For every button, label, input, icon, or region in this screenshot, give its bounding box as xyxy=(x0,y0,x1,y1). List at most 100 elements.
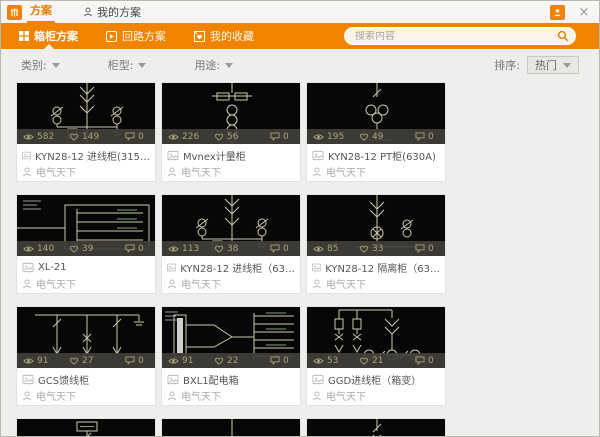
close-button[interactable]: × xyxy=(577,6,591,19)
scheme-card[interactable]: 91 22 0 BXL1配电箱 电气天下 xyxy=(161,306,301,406)
comments-count: 0 xyxy=(428,243,434,254)
scheme-title[interactable]: KYN28-12 PT柜(630A) xyxy=(328,148,436,163)
search-input[interactable] xyxy=(355,30,557,42)
chevron-down-icon xyxy=(563,62,571,68)
author-name[interactable]: 电气天下 xyxy=(36,164,76,179)
likes-icon[interactable] xyxy=(214,356,224,365)
scheme-thumbnail[interactable]: 113 38 0 xyxy=(162,195,300,256)
scheme-card[interactable]: 582 149 0 KYN28-12 进线柜(315… 电气天下 xyxy=(16,82,156,182)
scheme-card[interactable]: 195 49 0 KYN28-12 PT柜(630A) 电气天下 xyxy=(306,82,446,182)
scheme-card[interactable]: 88 18 0 KYN28-12 站变柜(315… 电气天下 xyxy=(306,418,446,436)
scheme-info: GCS馈线柜 电气天下 xyxy=(17,368,155,403)
scheme-title[interactable]: BXL1配电箱 xyxy=(183,372,239,387)
tab-cabinet-schemes[interactable]: 箱柜方案 xyxy=(19,23,78,49)
search-icon[interactable] xyxy=(557,30,569,42)
likes-icon[interactable] xyxy=(214,132,224,141)
author-icon xyxy=(312,391,322,400)
scheme-title[interactable]: GGD进线柜（箱变） xyxy=(328,372,421,387)
filter-usage[interactable]: 用途: xyxy=(194,57,234,73)
likes-icon[interactable] xyxy=(69,244,79,253)
scheme-card[interactable]: 226 56 0 Mvnex计量柜 电气天下 xyxy=(161,82,301,182)
likes-icon[interactable] xyxy=(69,132,79,141)
sort-dropdown[interactable]: 热门 xyxy=(527,56,579,74)
comments-count: 0 xyxy=(283,243,289,254)
tab-my-favorites[interactable]: 我的收藏 xyxy=(194,23,254,49)
scheme-card[interactable]: 85 33 0 KYN28-12 隔离柜（63… 电气天下 xyxy=(306,194,446,294)
likes-count: 38 xyxy=(227,243,239,254)
filter-label: 柜型: xyxy=(107,59,134,72)
user-badge-icon[interactable] xyxy=(550,4,565,20)
scheme-thumbnail[interactable]: 47 20 1 xyxy=(162,419,300,436)
comments-count: 0 xyxy=(138,243,144,254)
author-name[interactable]: 电气天下 xyxy=(181,388,221,403)
likes-icon[interactable] xyxy=(69,356,79,365)
sort-label: 排序: xyxy=(494,59,520,72)
comments-count: 0 xyxy=(138,355,144,366)
likes-count: 33 xyxy=(372,243,384,254)
app-name-tab[interactable]: 方案 xyxy=(27,1,55,23)
scheme-card[interactable]: 140 39 0 XL-21 电气天下 xyxy=(16,194,156,294)
my-plans-tab[interactable]: 我的方案 xyxy=(83,4,141,20)
author-name[interactable]: 电气天下 xyxy=(326,276,366,291)
filter-cabinet-type[interactable]: 柜型: xyxy=(108,57,147,73)
scheme-info: GGD进线柜（箱变） 电气天下 xyxy=(307,368,445,403)
search-box[interactable] xyxy=(344,27,576,45)
scheme-grid: 582 149 0 KYN28-12 进线柜(315… 电气天下 226 56 … xyxy=(1,81,599,436)
scheme-thumbnail[interactable]: 88 18 0 xyxy=(307,419,445,436)
main-nav: 箱柜方案 回路方案 我的收藏 xyxy=(1,23,599,49)
views-icon xyxy=(313,357,324,364)
scheme-card[interactable]: 53 21 0 GGD进线柜（箱变） 电气天下 xyxy=(306,306,446,406)
scheme-thumbnail[interactable]: 48 20 0 xyxy=(17,419,155,436)
comments-icon xyxy=(415,244,425,253)
tab-label: 我的收藏 xyxy=(210,30,254,43)
author-name[interactable]: 电气天下 xyxy=(36,276,76,291)
likes-count: 27 xyxy=(82,355,94,366)
filter-category[interactable]: 类别: xyxy=(21,57,60,73)
scheme-card[interactable]: 48 20 0 GCS电容柜 电气天下 xyxy=(16,418,156,436)
likes-icon[interactable] xyxy=(359,244,369,253)
thumbnail-stats-bar: 113 38 0 xyxy=(162,241,300,256)
comments-count: 0 xyxy=(428,355,434,366)
likes-icon[interactable] xyxy=(359,356,369,365)
scheme-title[interactable]: KYN28-12 隔离柜（63… xyxy=(325,260,440,275)
scheme-title[interactable]: GCS馈线柜 xyxy=(38,372,89,387)
scheme-thumbnail[interactable]: 91 27 0 xyxy=(17,307,155,368)
views-icon xyxy=(23,245,34,252)
filter-label: 类别: xyxy=(21,59,47,72)
author-name[interactable]: 电气天下 xyxy=(181,164,221,179)
likes-icon[interactable] xyxy=(214,244,224,253)
thumbnail-stats-bar: 91 22 0 xyxy=(162,353,300,368)
scheme-card[interactable]: 47 20 1 GCS进线柜 电气天下 xyxy=(161,418,301,436)
author-icon xyxy=(167,167,177,176)
scheme-thumbnail[interactable]: 582 149 0 xyxy=(17,83,155,144)
comments-count: 0 xyxy=(283,355,289,366)
filter-bar: 类别: 柜型: 用途: 排序: 热门 xyxy=(1,49,599,81)
scheme-info: BXL1配电箱 电气天下 xyxy=(162,368,300,403)
scheme-title[interactable]: KYN28-12 进线柜(315… xyxy=(35,148,150,163)
scheme-title[interactable]: KYN28-12 进线柜（63… xyxy=(180,260,295,275)
scheme-thumbnail[interactable]: 85 33 0 xyxy=(307,195,445,256)
tab-circuit-schemes[interactable]: 回路方案 xyxy=(106,23,166,49)
views-count: 53 xyxy=(327,355,339,366)
scheme-title[interactable]: XL-21 xyxy=(38,262,67,273)
scheme-title[interactable]: Mvnex计量柜 xyxy=(183,148,246,163)
scheme-card[interactable]: 91 27 0 GCS馈线柜 电气天下 xyxy=(16,306,156,406)
scheme-thumbnail[interactable]: 140 39 0 xyxy=(17,195,155,256)
author-name[interactable]: 电气天下 xyxy=(36,388,76,403)
scheme-info: KYN28-12 隔离柜（63… 电气天下 xyxy=(307,256,445,291)
scheme-thumbnail[interactable]: 195 49 0 xyxy=(307,83,445,144)
comments-icon xyxy=(270,356,280,365)
scheme-thumbnail[interactable]: 91 22 0 xyxy=(162,307,300,368)
author-name[interactable]: 电气天下 xyxy=(326,388,366,403)
author-name[interactable]: 电气天下 xyxy=(326,164,366,179)
scheme-type-icon xyxy=(312,374,324,384)
author-icon xyxy=(167,391,177,400)
scheme-card[interactable]: 113 38 0 KYN28-12 进线柜（63… 电气天下 xyxy=(161,194,301,294)
scheme-thumbnail[interactable]: 226 56 0 xyxy=(162,83,300,144)
scheme-thumbnail[interactable]: 53 21 0 xyxy=(307,307,445,368)
author-name[interactable]: 电气天下 xyxy=(181,276,221,291)
scheme-type-icon xyxy=(22,151,31,159)
favorite-box-icon xyxy=(194,30,205,42)
likes-icon[interactable] xyxy=(359,132,369,141)
views-count: 226 xyxy=(182,131,200,142)
